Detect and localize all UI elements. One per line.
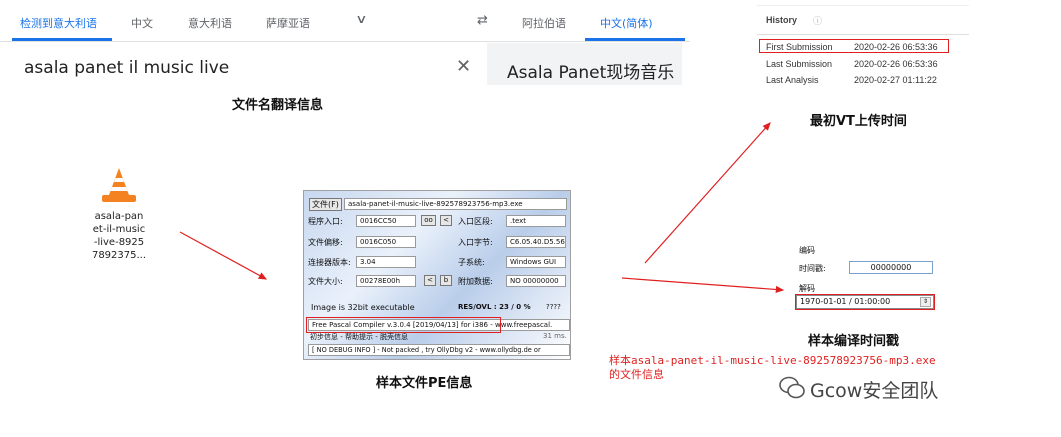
annotation-arrows — [179, 122, 785, 294]
arrow-to-timestamp — [621, 277, 785, 294]
arrow-to-vt — [644, 122, 771, 264]
watermark-text: Gcow安全团队 — [810, 380, 939, 402]
arrow-file-to-pe — [179, 231, 268, 280]
wechat-logo-icon — [778, 375, 806, 405]
